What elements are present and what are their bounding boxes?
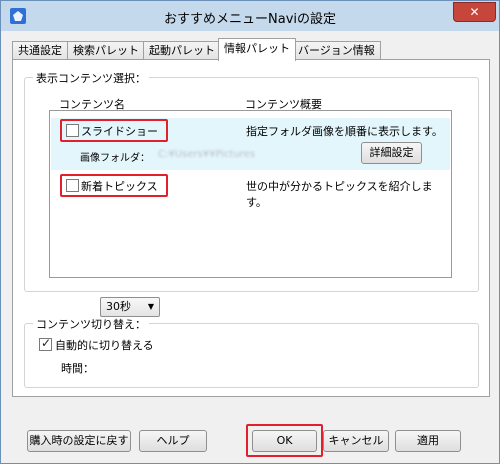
content-select-label: 表示コンテンツ選択：	[33, 70, 149, 86]
image-folder-path: C:¥Users¥¥Pictures	[158, 149, 256, 160]
title-bar[interactable]: おすすめメニューNaviの設定 ✕	[1, 1, 499, 31]
content-list: スライドショー 指定フォルダ画像を順番に表示します。 画像フォルダ： C:¥Us…	[49, 110, 452, 278]
interval-value: 30秒	[106, 300, 131, 313]
content-switch-group	[24, 323, 479, 388]
highlight-new-topics	[60, 174, 168, 197]
tab-search-palette[interactable]: 検索パレット	[67, 41, 145, 60]
highlight-slideshow	[60, 119, 168, 142]
tab-panel: 表示コンテンツ選択： コンテンツ名 コンテンツ概要 スライドショー 指定フォルダ…	[12, 59, 490, 397]
content-switch-label: コンテンツ切り替え：	[33, 316, 149, 332]
tab-common[interactable]: 共通設定	[12, 41, 68, 60]
time-label: 時間：	[61, 362, 94, 375]
settings-dialog: おすすめメニューNaviの設定 ✕ 共通設定 検索パレット 起動パレット 情報パ…	[0, 0, 500, 464]
tab-bar: 共通設定 検索パレット 起動パレット 情報パレット バージョン情報	[12, 38, 492, 61]
help-button[interactable]: ヘルプ	[139, 430, 207, 452]
reset-defaults-button[interactable]: 購入時の設定に戻す	[27, 430, 131, 452]
highlight-ok-button	[246, 424, 323, 457]
auto-switch-label: 自動的に切り替える	[55, 339, 154, 352]
interval-select[interactable]: 30秒 ▼	[100, 297, 160, 317]
detail-settings-button[interactable]: 詳細設定	[361, 142, 422, 164]
tab-version-info[interactable]: バージョン情報	[292, 41, 381, 60]
auto-switch-checkbox[interactable]	[39, 336, 52, 351]
image-folder-label: 画像フォルダ：	[80, 153, 150, 164]
tab-launch-palette[interactable]: 起動パレット	[143, 41, 221, 60]
window-title: おすすめメニューNaviの設定	[164, 12, 336, 27]
close-button[interactable]: ✕	[453, 2, 496, 22]
apply-button[interactable]: 適用	[395, 430, 461, 452]
slideshow-description: 指定フォルダ画像を順番に表示します。	[246, 125, 443, 138]
new-topics-description: 世の中が分かるトピックスを紹介します。	[246, 180, 433, 209]
cancel-button[interactable]: キャンセル	[323, 430, 389, 452]
tab-info-palette[interactable]: 情報パレット	[218, 38, 296, 61]
chevron-down-icon: ▼	[147, 302, 154, 311]
